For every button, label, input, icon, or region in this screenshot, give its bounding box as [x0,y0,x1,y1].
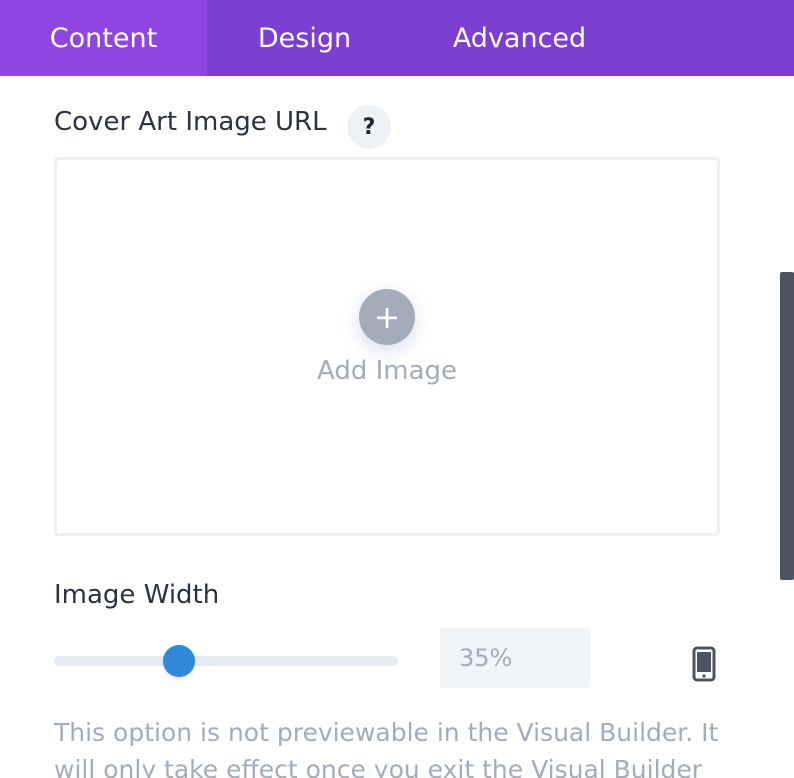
phone-icon[interactable] [691,646,717,682]
tab-bar: Content Design Advanced [0,0,794,76]
tab-advanced[interactable]: Advanced [402,0,637,76]
image-upload-area[interactable] [54,157,720,536]
scrollbar[interactable] [780,272,794,580]
image-width-slider-thumb[interactable] [163,645,195,677]
help-text: This option is not previewable in the Vi… [54,718,719,778]
image-width-slider-track[interactable] [54,656,398,666]
image-width-label: Image Width [54,580,220,610]
tab-design[interactable]: Design [207,0,402,76]
image-width-input[interactable] [440,628,590,688]
add-image-label[interactable]: Add Image [287,356,487,386]
tab-content[interactable]: Content [0,0,207,76]
cover-art-label: Cover Art Image URL [54,107,327,137]
help-icon[interactable]: ? [347,105,391,149]
add-image-icon[interactable]: + [359,289,415,345]
